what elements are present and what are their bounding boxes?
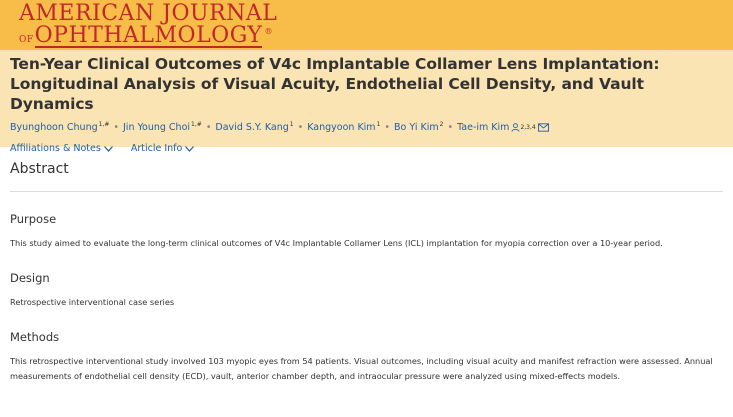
abstract-content: Abstract Purpose This study aimed to eva… xyxy=(0,161,733,384)
article-info-label: Article Info xyxy=(130,143,183,155)
section-text-methods: This retrospective interventional study … xyxy=(10,356,713,381)
article-title: Ten-Year Clinical Outcomes of V4c Implan… xyxy=(10,55,660,113)
logo-line-1: AMERICAN JOURNAL xyxy=(19,1,278,26)
author-sup: 2,3,4 xyxy=(520,123,536,131)
author-link[interactable]: Byunghoon Chung1,# xyxy=(10,121,109,133)
section-title-purpose: Purpose xyxy=(10,212,57,226)
journal-header: AMERICAN JOURNAL OF OPHTHALMOLOGY ® xyxy=(0,0,733,50)
author-separator: • xyxy=(447,121,454,133)
logo-of: OF xyxy=(19,34,34,45)
section-title-methods: Methods xyxy=(10,330,60,344)
author-separator: • xyxy=(113,121,119,133)
author-separator: • xyxy=(384,121,391,133)
author-link[interactable]: Bo Yi Kim2 xyxy=(394,121,443,133)
author-separator: • xyxy=(205,121,212,133)
affiliations-notes-toggle[interactable]: Affiliations & Notes xyxy=(10,143,113,154)
article-header: Ten-Year Clinical Outcomes of V4c Implan… xyxy=(0,50,733,154)
article-info-toggle[interactable]: Article Info xyxy=(130,143,195,155)
mail-icon[interactable] xyxy=(537,122,549,132)
author-link[interactable]: David S.Y. Kang1 xyxy=(215,121,293,133)
author-link[interactable]: Kangyoon Kim1 xyxy=(307,121,380,133)
abstract-heading: Abstract xyxy=(10,161,69,177)
author-link[interactable]: Jin Young Choi1,# xyxy=(123,121,202,133)
affiliations-notes-label: Affiliations & Notes xyxy=(10,143,101,155)
author-link-corresponding[interactable]: Tae-im Kim xyxy=(457,122,509,133)
section-text-purpose: This study aimed to evaluate the long-te… xyxy=(10,238,663,248)
divider xyxy=(10,191,723,192)
section-title-design: Design xyxy=(10,271,50,285)
chevron-down-icon xyxy=(185,145,195,152)
person-icon xyxy=(511,122,520,132)
logo-line-2: OF OPHTHALMOLOGY ® xyxy=(19,23,277,48)
section-text-design: Retrospective interventional case series xyxy=(10,297,175,307)
chevron-down-icon xyxy=(103,145,113,152)
author-separator: • xyxy=(297,121,304,133)
logo-trademark: ® xyxy=(264,26,273,36)
logo-ophthalmology: OPHTHALMOLOGY xyxy=(34,23,263,48)
author-list: Byunghoon Chung1,# • Jin Young Choi1,# •… xyxy=(10,121,723,133)
article-links: Affiliations & Notes Article Info xyxy=(10,143,723,154)
journal-logo[interactable]: AMERICAN JOURNAL OF OPHTHALMOLOGY ® xyxy=(19,3,277,48)
